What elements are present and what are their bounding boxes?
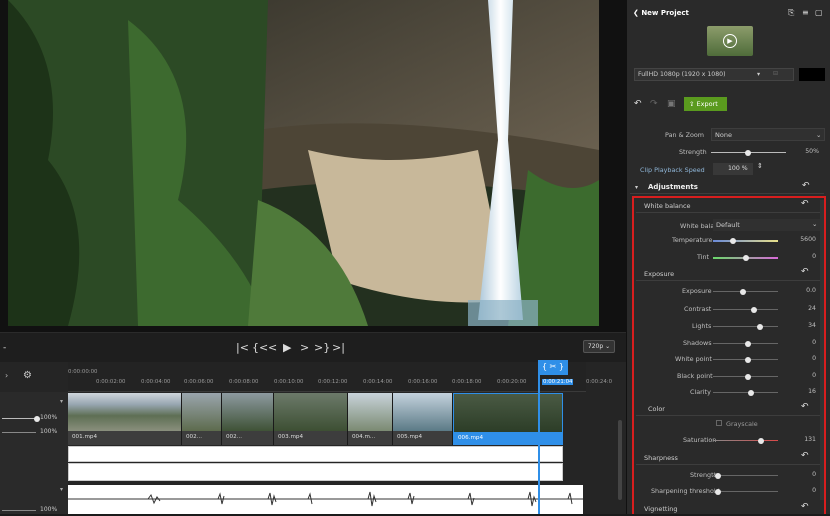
view-toggle-icon[interactable]: ≡	[802, 8, 809, 17]
playhead[interactable]	[538, 362, 540, 514]
transport-bar: - |< {< < ▶ > >} >|	[0, 332, 626, 362]
adjustments-header[interactable]: ▾ Adjustments ↶	[630, 181, 824, 194]
video-frame	[8, 0, 599, 326]
collapse-icon[interactable]: -	[3, 342, 6, 354]
video-track: 001.mp4 002... 002... 003.mp4 004.m... 0…	[68, 393, 563, 445]
pan-zoom-label: Pan & Zoom	[665, 131, 705, 139]
track-headers: ▾ 100% 100% ▾ 100%	[0, 392, 68, 514]
redo-icon[interactable]: ↷	[650, 99, 658, 109]
undo-icon[interactable]: ↶	[634, 99, 642, 109]
timeline-clip[interactable]: 001.mp4	[68, 393, 182, 445]
clip-label: 005.mp4	[393, 431, 452, 445]
go-to-start-icon[interactable]: |<	[236, 342, 249, 354]
audio-waveform	[68, 491, 583, 507]
tick-label: 0:00:20:00	[497, 379, 527, 385]
play-icon[interactable]: ▶	[723, 34, 737, 48]
clip-label: 002...	[222, 431, 273, 445]
timeline-clip[interactable]: 003.mp4	[274, 393, 348, 445]
quality-select[interactable]: 720p ⌄	[583, 340, 615, 353]
timeline-clip[interactable]: 004.m...	[348, 393, 393, 445]
tick-label: 0:00:06:00	[184, 379, 214, 385]
save-icon[interactable]: ▣	[667, 99, 676, 109]
tick-label: 0:00:08:00	[229, 379, 259, 385]
reset-icon[interactable]: ↶	[802, 181, 810, 191]
audio-volume-slider[interactable]	[2, 510, 36, 511]
tick-label: 0:00:02:00	[96, 379, 126, 385]
adjustments-title: Adjustments	[648, 183, 698, 191]
strength-value: 50%	[805, 148, 819, 155]
clip-label: 002...	[182, 431, 221, 445]
gear-icon[interactable]: ⚙	[23, 370, 32, 381]
chevron-down-icon[interactable]: ▾	[60, 398, 63, 405]
audio-volume-value: 100%	[40, 506, 58, 513]
timeline-scrollbar[interactable]	[618, 420, 622, 500]
chevron-down-icon: ▾	[757, 71, 761, 78]
back-button[interactable]: ❮ New Project	[633, 9, 689, 17]
lock-icon[interactable]: ⊟	[773, 70, 778, 77]
window-icon[interactable]: ▢	[815, 8, 823, 17]
chevron-down-icon[interactable]: ▾	[60, 486, 63, 493]
clip-label: 003.mp4	[274, 431, 347, 445]
audio-volume-slider-top[interactable]	[2, 432, 36, 433]
time-ruler[interactable]: 0:00:00:00 0:00:02:00 0:00:04:00 0:00:06…	[68, 362, 612, 392]
new-file-icon[interactable]: ⎘	[788, 8, 794, 18]
clip-label: 006.mp4	[454, 432, 562, 444]
text-track[interactable]	[68, 463, 563, 481]
export-button[interactable]: ⇪ Export	[684, 97, 727, 111]
next-marker-icon[interactable]: >}	[314, 342, 330, 354]
background-color-swatch[interactable]	[799, 68, 825, 81]
pan-zoom-select[interactable]: None ⌄	[711, 128, 825, 141]
speed-stepper-icon[interactable]: ⇕	[757, 162, 763, 170]
audio-volume-top-value: 100%	[40, 428, 58, 435]
add-track-icon[interactable]: ›	[5, 371, 8, 380]
tick-label: 0:00:24:0	[586, 379, 613, 385]
timeline-clip[interactable]: 002...	[182, 393, 222, 445]
video-volume-slider[interactable]	[2, 418, 36, 419]
current-time-label: 0:00:21:04	[542, 379, 574, 385]
tick-label: 0:00:12:00	[318, 379, 348, 385]
chevron-down-icon: ⌄	[816, 131, 822, 139]
playback-speed-value: 100 %	[728, 165, 748, 172]
timeline-clip[interactable]: 002...	[222, 393, 274, 445]
go-to-end-icon[interactable]: >|	[332, 342, 345, 354]
back-label: New Project	[641, 9, 689, 17]
chevron-down-icon: ▾	[635, 184, 639, 191]
playback-speed-label: Clip Playback Speed	[640, 166, 705, 174]
step-forward-icon[interactable]: >	[300, 342, 309, 354]
highlight-box	[632, 196, 826, 514]
project-thumbnail[interactable]: ▶	[707, 26, 753, 56]
pan-zoom-value: None	[715, 131, 732, 139]
video-preview	[0, 0, 626, 332]
tick-label: 0:00:14:00	[363, 379, 393, 385]
overlay-track[interactable]	[68, 446, 563, 462]
strength-knob[interactable]	[745, 149, 751, 156]
tick-label: 0:00:16:00	[408, 379, 438, 385]
video-volume-value: 100%	[40, 414, 58, 421]
quality-value: 720p	[587, 343, 604, 350]
clip-label: 001.mp4	[68, 431, 181, 445]
export-label: Export	[696, 100, 718, 108]
strength-label: Strength	[679, 148, 707, 156]
clip-label: 004.m...	[348, 431, 392, 445]
timeline-clip-selected[interactable]: 006.mp4	[453, 393, 563, 445]
play-icon[interactable]: ▶	[283, 342, 291, 354]
tick-label: 0:00:10:00	[274, 379, 304, 385]
step-back-icon[interactable]: <	[268, 342, 277, 354]
tick-label: 0:00:04:00	[141, 379, 171, 385]
resolution-select[interactable]: FullHD 1080p (1920 x 1080) ▾ ⊟	[634, 68, 794, 81]
previous-marker-icon[interactable]: {<	[252, 342, 268, 354]
split-clip-button[interactable]: { ✂ }	[538, 360, 568, 375]
timeline-clip[interactable]: 005.mp4	[393, 393, 453, 445]
tick-label: 0:00:18:00	[452, 379, 482, 385]
resolution-value: FullHD 1080p (1920 x 1080)	[638, 71, 726, 78]
audio-track[interactable]	[68, 485, 583, 514]
playback-speed-input[interactable]: 100 %	[713, 163, 753, 175]
tick-label: 0:00:00:00	[68, 369, 98, 375]
